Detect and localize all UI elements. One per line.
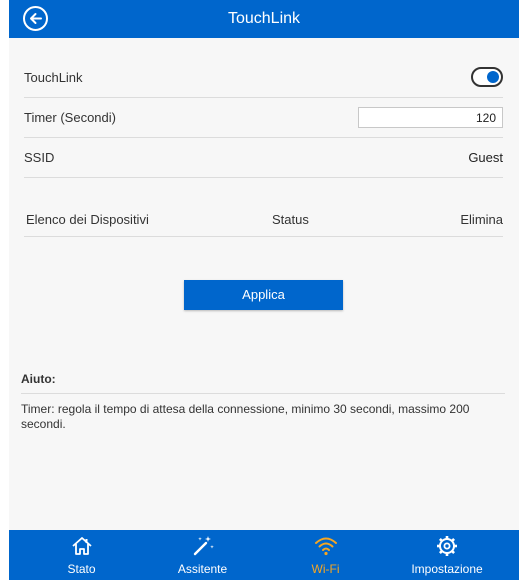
header-bar: TouchLink	[9, 0, 519, 38]
help-text: Timer: regola il tempo di attesa della c…	[21, 402, 470, 431]
nav-item-assitente[interactable]: Assitente	[165, 530, 240, 580]
column-status: Status	[272, 212, 309, 227]
help-title: Aiuto:	[21, 372, 56, 386]
help-divider	[21, 393, 505, 394]
ssid-value: Guest	[468, 150, 503, 165]
timer-label: Timer (Secondi)	[24, 110, 116, 125]
nav-item-impostazione[interactable]: Impostazione	[402, 530, 492, 580]
nav-label-assitente: Assitente	[177, 562, 228, 576]
ssid-row: SSID Guest	[24, 138, 503, 178]
timer-input[interactable]	[358, 107, 503, 128]
nav-label-impostazione: Impostazione	[411, 562, 483, 576]
bottom-nav: Stato Assitente Wi-Fi Impostazione	[9, 530, 519, 580]
home-icon	[71, 537, 92, 555]
touchlink-toggle[interactable]	[471, 67, 503, 87]
wifi-icon	[314, 537, 337, 556]
timer-row: Timer (Secondi)	[24, 98, 503, 138]
toggle-knob	[487, 71, 499, 83]
touchlink-label: TouchLink	[24, 70, 83, 85]
nav-label-stato: Stato	[67, 562, 96, 576]
nav-item-stato[interactable]: Stato	[44, 530, 119, 580]
ssid-label: SSID	[24, 150, 55, 165]
nav-label-wifi: Wi-Fi	[311, 562, 340, 576]
app-frame: TouchLink TouchLink Timer (Secondi) SSID…	[9, 0, 519, 580]
touchlink-row: TouchLink	[24, 58, 503, 98]
nav-item-wifi[interactable]: Wi-Fi	[288, 530, 363, 580]
page-title: TouchLink	[227, 10, 301, 27]
magic-wand-icon	[193, 536, 214, 556]
gear-icon	[437, 536, 457, 556]
column-delete: Elimina	[460, 212, 503, 227]
apply-button[interactable]: Applica	[184, 280, 343, 310]
device-list-header: Elenco dei Dispositivi Status Elimina	[24, 199, 503, 237]
column-device-list: Elenco dei Dispositivi	[26, 212, 149, 227]
